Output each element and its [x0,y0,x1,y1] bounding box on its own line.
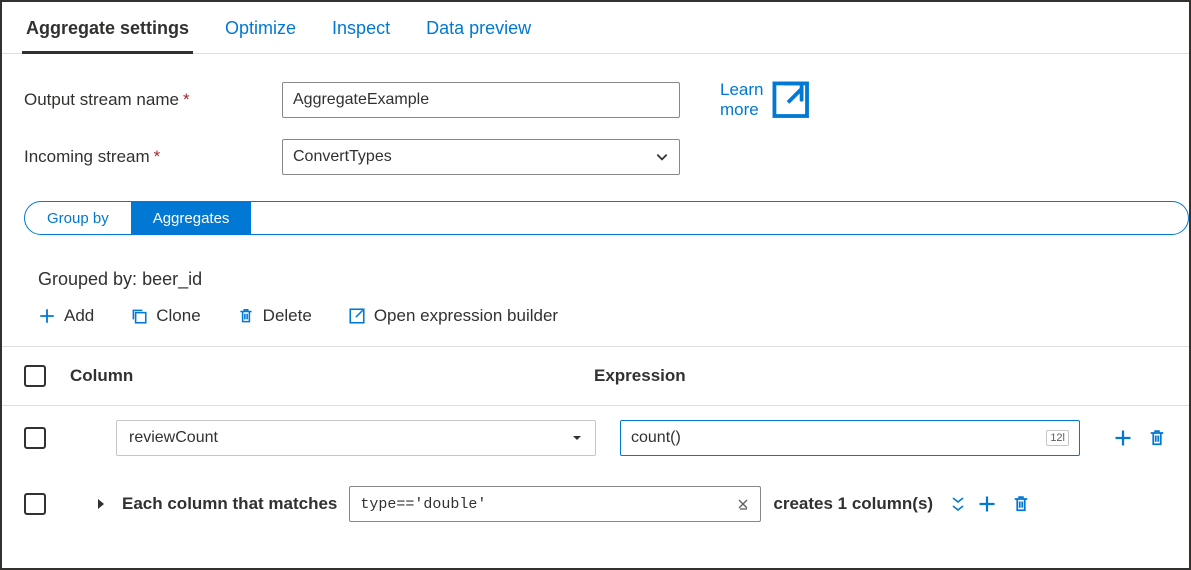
toggle-group-by[interactable]: Group by [25,202,131,234]
tab-aggregate-settings[interactable]: Aggregate settings [24,12,191,53]
clone-button[interactable]: Clone [130,306,200,326]
grouped-by-text: Grouped by: beer_id [38,269,1189,290]
settings-tabs: Aggregate settings Optimize Inspect Data… [2,2,1189,54]
pattern-suffix: creates 1 column(s) [773,494,933,514]
disclosure-toggle[interactable] [86,497,116,511]
chevron-right-icon [96,497,106,511]
plus-icon [38,307,56,325]
pattern-row-actions [977,494,1031,514]
open-icon [348,307,366,325]
toolbar: Add Clone Delete Open expression builder [38,306,1189,326]
tab-optimize[interactable]: Optimize [223,12,298,53]
output-stream-input[interactable]: AggregateExample [282,82,680,118]
column-header-column: Column [70,366,594,386]
pattern-row: Each column that matches type=='double' … [2,470,1189,522]
add-row-icon[interactable] [977,494,997,514]
pattern-checkbox[interactable] [24,493,46,515]
tab-data-preview[interactable]: Data preview [424,12,533,53]
settings-panel: Aggregate settings Optimize Inspect Data… [0,0,1191,570]
open-expression-builder-button[interactable]: Open expression builder [348,306,558,326]
tab-inspect[interactable]: Inspect [330,12,392,53]
incoming-stream-label: Incoming stream* [24,147,282,167]
output-stream-row: Output stream name* AggregateExample Lea… [24,78,1167,121]
incoming-stream-select[interactable]: ConvertTypes [282,139,680,175]
expression-badge: 12l [1046,430,1069,446]
pattern-condition-input[interactable]: type=='double' [349,486,761,522]
chevron-down-icon [655,150,669,164]
table-header: Column Expression [2,347,1189,406]
clone-icon [130,307,148,325]
column-header-expression: Expression [594,366,1167,386]
expand-columns-icon[interactable] [951,496,965,512]
form-area: Output stream name* AggregateExample Lea… [2,54,1189,175]
header-checkbox[interactable] [24,365,46,387]
clear-icon[interactable] [736,497,750,511]
aggregates-table: Column Expression reviewCount count() 12… [2,346,1189,522]
pattern-prefix: Each column that matches [122,494,337,514]
learn-more-link[interactable]: Learn more [720,78,813,121]
column-name-dropdown[interactable]: reviewCount [116,420,596,456]
trash-icon [237,307,255,325]
expression-field[interactable]: count() 12l [620,420,1080,456]
delete-row-icon[interactable] [1147,428,1167,448]
add-row-icon[interactable] [1113,428,1133,448]
table-row: reviewCount count() 12l [2,406,1189,470]
row-actions [1113,428,1167,448]
delete-button[interactable]: Delete [237,306,312,326]
delete-row-icon[interactable] [1011,494,1031,514]
toggle-aggregates[interactable]: Aggregates [131,202,252,234]
add-button[interactable]: Add [38,306,94,326]
output-stream-label: Output stream name* [24,90,282,110]
caret-down-icon [571,432,583,444]
row-checkbox[interactable] [24,427,46,449]
incoming-stream-row: Incoming stream* ConvertTypes [24,139,1167,175]
group-aggregate-toggle: Group by Aggregates [24,201,1189,235]
external-link-icon [769,78,812,121]
